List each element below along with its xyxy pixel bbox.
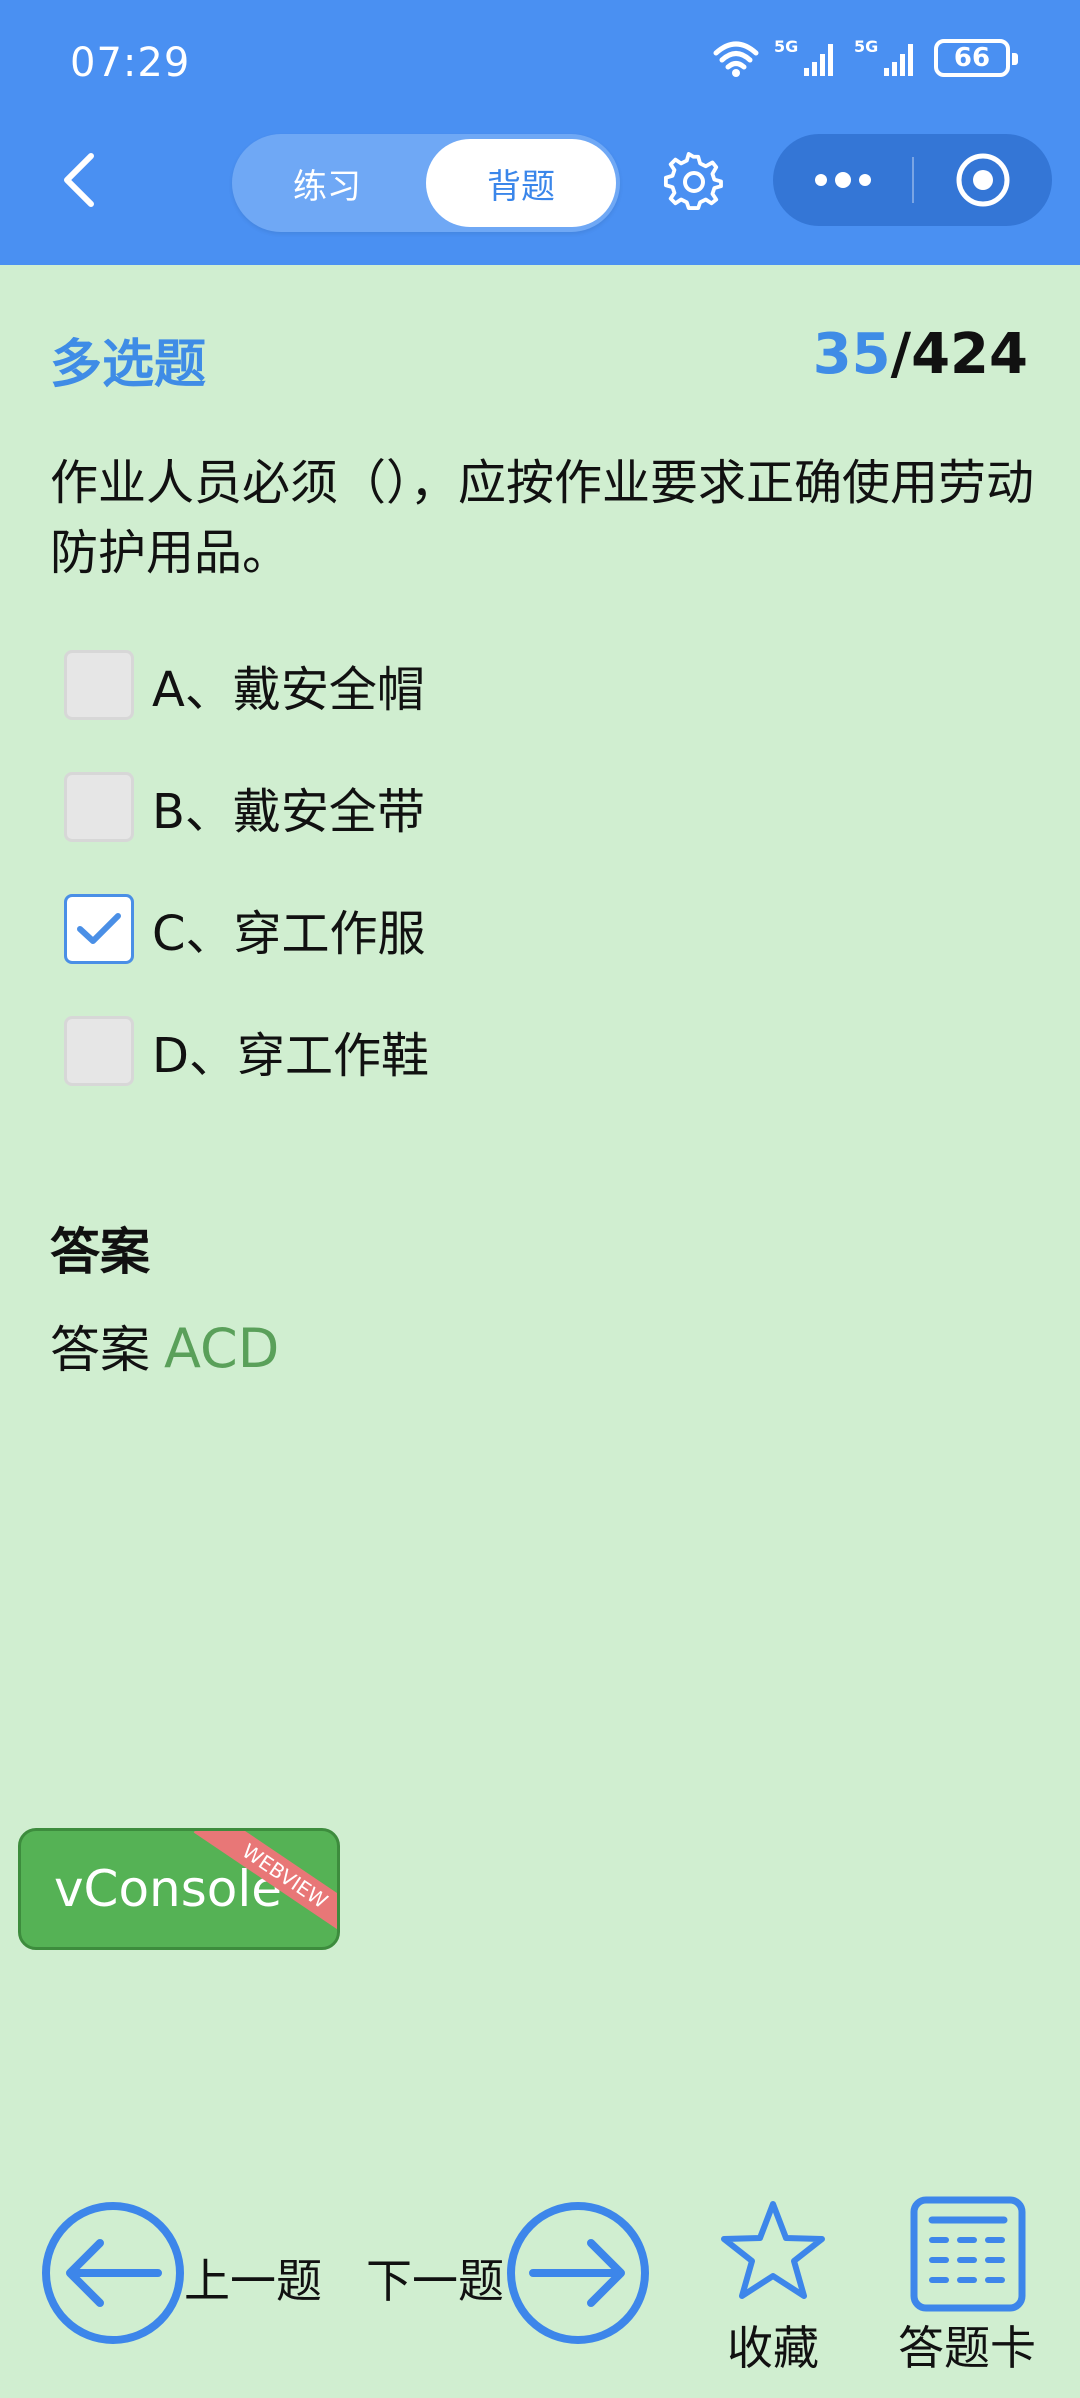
current-index: 35 [812, 322, 891, 387]
battery-icon: 66 [934, 39, 1018, 77]
counter-separator: / [890, 322, 912, 387]
option-d[interactable]: D、穿工作鞋 [64, 1016, 429, 1086]
svg-text:5G: 5G [854, 38, 878, 56]
option-label: B、戴安全带 [152, 784, 425, 840]
battery-level: 66 [953, 43, 991, 73]
svg-text:5G: 5G [774, 38, 798, 56]
close-button[interactable] [914, 134, 1052, 226]
favorite-button[interactable]: 收藏 [727, 2312, 819, 2378]
star-icon[interactable] [718, 2198, 828, 2304]
check-icon [77, 913, 121, 944]
question-counter: 35/424 [813, 322, 1028, 387]
answer-prefix: 答案 [50, 1321, 150, 1379]
option-checkbox[interactable] [64, 894, 134, 964]
answer-title: 答案 [50, 1223, 150, 1281]
back-arrow-icon[interactable] [55, 150, 105, 210]
signal-5g-icon: 5G [774, 38, 833, 76]
option-label: D、穿工作鞋 [152, 1028, 429, 1084]
top-header: 07:29 5G 5G 66 练习 背题 [0, 0, 1080, 265]
mini-program-capsule [773, 134, 1052, 226]
option-label: C、穿工作服 [152, 906, 426, 962]
prev-question-button[interactable]: 上一题 [184, 2245, 322, 2311]
status-icons: 5G 5G 66 [712, 38, 1018, 78]
option-checkbox[interactable] [64, 772, 134, 842]
total-count: 424 [911, 322, 1028, 387]
answer-value: ACD [164, 1317, 280, 1380]
prev-arrow-icon[interactable] [40, 2200, 186, 2346]
next-arrow-icon[interactable] [505, 2200, 651, 2346]
option-c[interactable]: C、穿工作服 [64, 894, 426, 964]
gear-icon[interactable] [664, 152, 724, 212]
mode-segment: 练习 背题 [232, 134, 620, 232]
more-dots-icon [814, 172, 871, 188]
vconsole-button[interactable]: vConsole WEBVIEW [18, 1828, 340, 1950]
option-b[interactable]: B、戴安全带 [64, 772, 425, 842]
tab-memorize[interactable]: 背题 [426, 139, 616, 227]
option-label: A、戴安全帽 [152, 662, 425, 718]
answer-card-icon[interactable] [910, 2196, 1026, 2312]
status-time: 07:29 [70, 40, 191, 86]
question-type: 多选题 [50, 335, 207, 395]
answer-line: 答案 ACD [50, 1310, 279, 1382]
signal-5g-icon: 5G [854, 38, 913, 76]
option-checkbox[interactable] [64, 650, 134, 720]
wifi-icon [713, 41, 759, 77]
next-question-button[interactable]: 下一题 [366, 2245, 504, 2311]
tab-practice[interactable]: 练习 [232, 139, 422, 227]
close-target-icon [956, 153, 1010, 207]
option-a[interactable]: A、戴安全帽 [64, 650, 425, 720]
answer-card-button[interactable]: 答题卡 [898, 2312, 1036, 2378]
option-checkbox[interactable] [64, 1016, 134, 1086]
question-text: 作业人员必须（），应按作业要求正确使用劳动防护用品。 [50, 455, 1035, 581]
more-button[interactable] [773, 134, 912, 226]
